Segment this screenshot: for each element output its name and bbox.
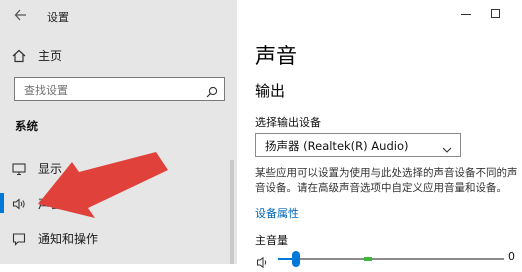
maximize-icon[interactable] [488,6,504,22]
volume-icon[interactable] [256,253,270,269]
search-input[interactable]: 查找设置 [14,77,225,101]
device-description: 某些应用可以设置为使用与此处选择的声音设备不同的声音设备。请在高级声音选项中自定… [255,167,518,194]
volume-peak-meter [364,257,372,261]
sidebar-scrollbar[interactable] [230,160,234,264]
speaker-icon [12,196,26,210]
output-device-label: 选择输出设备 [255,116,321,129]
volume-slider-thumb[interactable] [292,251,301,267]
page-title: 声音 [255,44,297,68]
search-placeholder: 查找设置 [24,84,68,97]
output-heading: 输出 [255,82,286,100]
sidebar-item-label: 主页 [38,49,63,63]
home-icon [12,48,26,63]
chevron-down-icon [442,140,452,153]
master-volume-label: 主音量 [255,234,288,247]
sidebar-item-display[interactable]: 显示 [0,155,237,181]
sidebar-item-sound[interactable]: 声音 [0,190,237,216]
sidebar-item-label: 显示 [38,162,63,176]
back-arrow-icon[interactable] [14,7,28,23]
output-device-value: 扬声器 (Realtek(R) Audio) [265,139,409,153]
sidebar-item-notifications[interactable]: 通知和操作 [0,225,237,251]
output-device-select[interactable]: 扬声器 (Realtek(R) Audio) [255,133,461,157]
notification-icon [12,231,26,246]
search-icon[interactable] [206,83,218,98]
volume-value: 0 [508,250,515,263]
monitor-icon [12,161,26,176]
sidebar-item-label: 声音 [38,197,63,211]
title-bar: 设置 [0,0,237,30]
device-properties-link[interactable]: 设备属性 [255,205,299,221]
minimize-icon[interactable] [458,6,474,22]
sidebar: 设置 主页 查找设置 系统 显示 声音 通知和操作 [0,0,237,264]
sidebar-item-label: 通知和操作 [38,232,99,246]
sidebar-item-home[interactable]: 主页 [0,42,237,68]
volume-slider-track[interactable] [278,258,504,260]
app-title: 设置 [47,11,69,24]
section-title: 系统 [15,119,38,133]
